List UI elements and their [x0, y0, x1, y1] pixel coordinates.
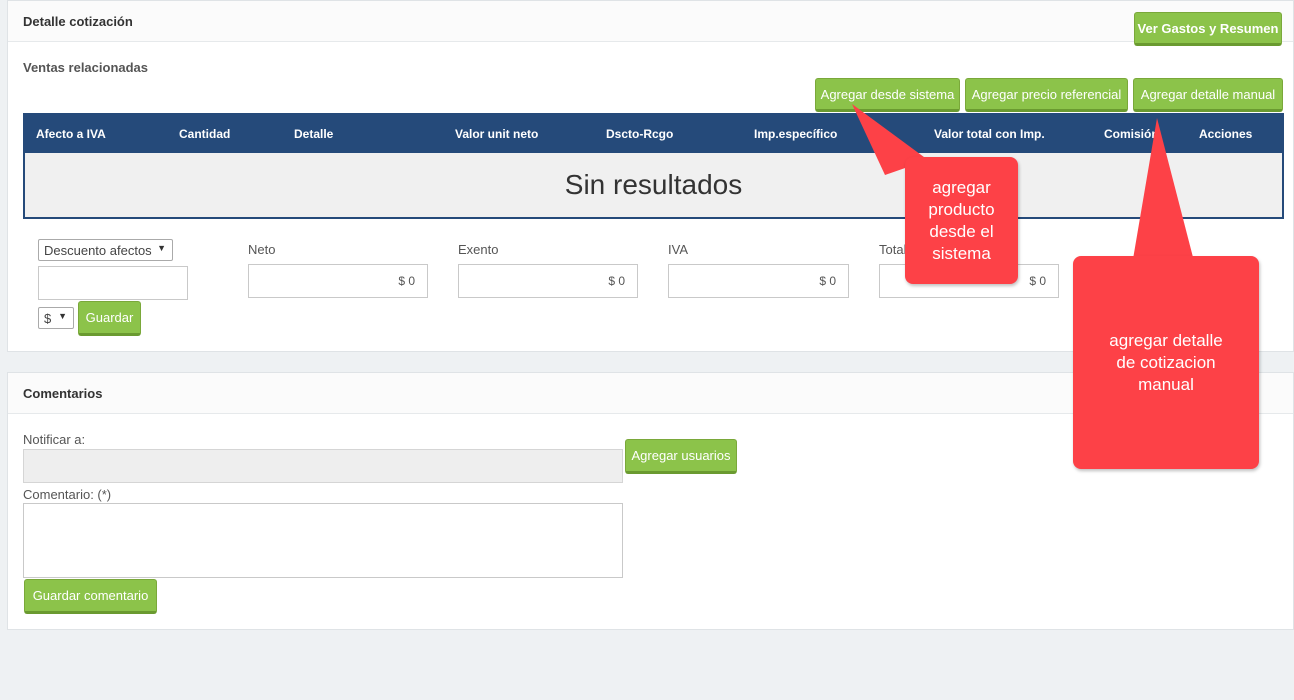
callout-system-text: agregar producto desde el sistema: [928, 177, 995, 263]
callout-manual-text: agregar detalle de cotizacion manual: [1109, 330, 1223, 394]
callout-system: agregar producto desde el sistema: [905, 157, 1018, 284]
callout-manual: agregar detalle de cotizacion manual: [1073, 256, 1259, 469]
callout-arrow-manual: [1132, 118, 1195, 265]
